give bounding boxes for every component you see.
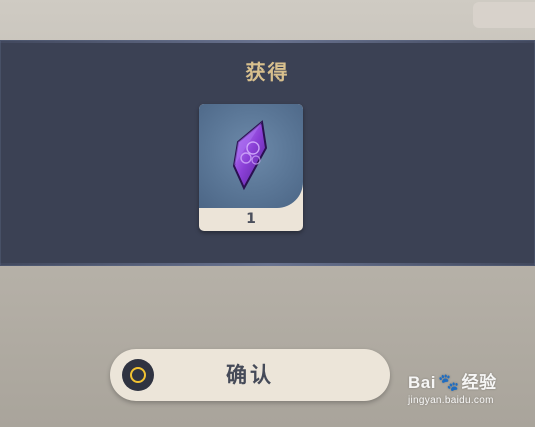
baidu-jingyan-watermark: Bai 🐾 经验 jingyan.baidu.com: [408, 368, 497, 406]
confirm-label: 确认: [226, 363, 274, 387]
paw-icon: 🐾: [437, 373, 460, 392]
watermark-logo-right: 经验: [461, 373, 497, 392]
item-art: [199, 104, 303, 208]
panel-title: 获得: [245, 60, 290, 84]
purple-crystal-icon: [232, 120, 268, 191]
item-count: 1: [246, 211, 256, 227]
watermark-logo: Bai 🐾 经验: [408, 368, 497, 393]
top-right-tab: [473, 2, 535, 28]
confirm-button[interactable]: 确认: [110, 349, 390, 401]
reward-item-card[interactable]: 1: [199, 104, 303, 231]
reward-panel: 获得 1: [0, 40, 535, 266]
watermark-logo-left: Bai: [408, 373, 436, 392]
watermark-url: jingyan.baidu.com: [408, 395, 494, 406]
